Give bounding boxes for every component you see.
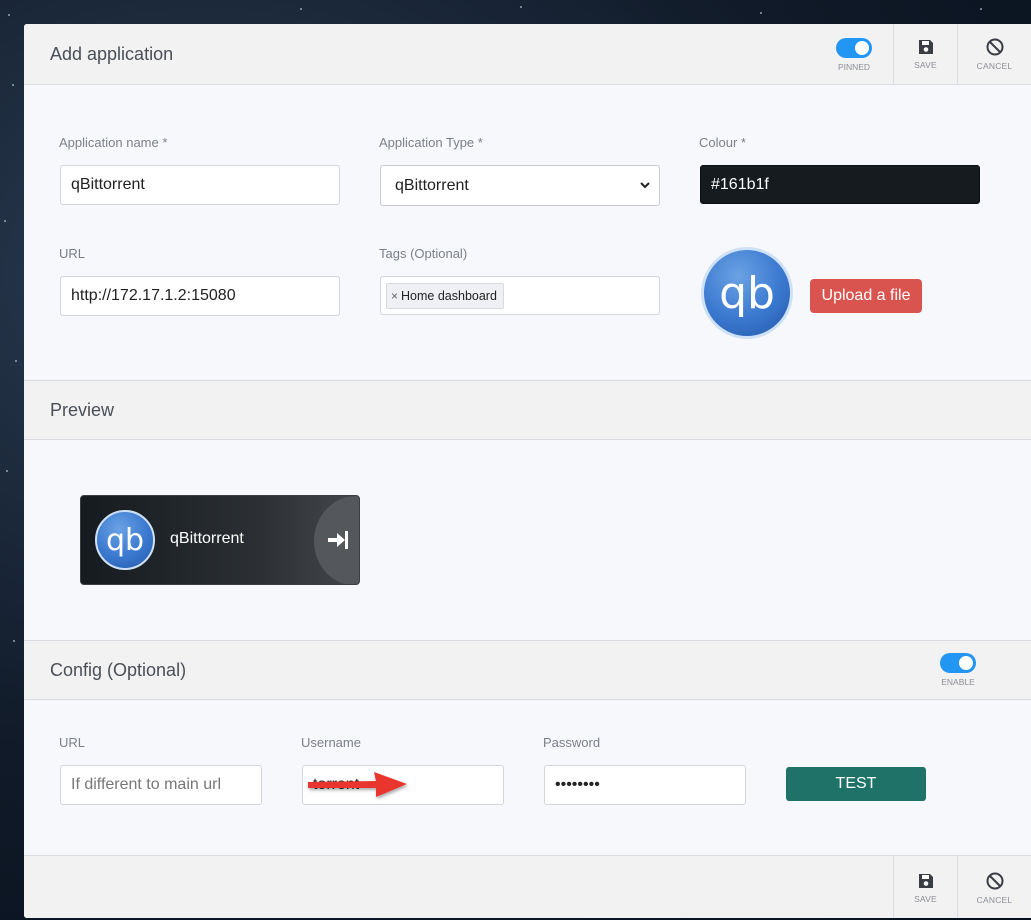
colour-label: Colour * [699,135,746,150]
cancel-label: CANCEL [976,60,1013,71]
enable-toggle-switch[interactable] [940,653,976,673]
app-icon-preview: qb [701,247,793,339]
config-url-label: URL [59,735,86,750]
modal-header: Add application PINNED SAVE CANCEL [24,24,1031,85]
preview-app-icon: qb [95,510,155,570]
footer-cancel-label: CANCEL [976,894,1013,905]
cancel-icon [986,872,1003,889]
launch-arrow-icon [328,531,348,549]
chevron-down-icon [640,182,650,189]
modal-footer: SAVE CANCEL [24,855,1031,918]
footer-save-label: SAVE [914,893,937,904]
url-label: URL [59,246,86,261]
preview-app-name: qBittorrent [170,530,244,547]
preview-app-card[interactable]: qb qBittorrent [80,495,360,585]
save-label: SAVE [914,59,937,70]
footer-save-button[interactable]: SAVE [893,856,957,918]
save-icon [918,39,933,54]
pinned-toggle[interactable]: PINNED [836,38,872,72]
username-label: Username [301,735,361,750]
preview-header: Preview [24,380,1031,440]
cancel-button[interactable]: CANCEL [957,24,1031,84]
upload-file-label: Upload a file [821,287,911,304]
preview-app-icon-text: qb [105,522,145,558]
url-input[interactable] [60,276,340,316]
colour-input[interactable]: #161b1f [700,165,980,204]
config-header: Config (Optional) ENABLE [24,640,1031,700]
tags-label: Tags (Optional) [379,246,468,261]
config-url-input[interactable] [60,765,262,805]
footer-cancel-button[interactable]: CANCEL [957,856,1031,918]
app-type-select[interactable]: qBittorrent [380,165,660,206]
app-type-value: qBittorrent [395,176,469,194]
app-name-input[interactable] [60,165,340,205]
tag-chip: × Home dashboard [386,283,504,309]
password-input[interactable] [544,765,746,805]
pinned-toggle-switch[interactable] [836,38,872,58]
test-label: TEST [835,775,877,792]
save-button[interactable]: SAVE [893,24,957,84]
tags-input[interactable]: × Home dashboard [380,276,660,315]
tag-label: Home dashboard [401,289,497,303]
preview-title: Preview [50,400,115,420]
tag-remove-icon[interactable]: × [391,289,398,303]
app-name-label: Application name * [59,135,168,150]
config-title: Config (Optional) [50,660,187,680]
cancel-icon [986,38,1003,55]
test-button[interactable]: TEST [786,767,926,801]
password-label: Password [543,735,601,750]
app-type-label: Application Type * [379,135,483,150]
annotation-arrow-icon [308,772,407,797]
add-application-modal: Add application PINNED SAVE CANCEL Appli… [24,24,1031,918]
colour-value: #161b1f [711,175,769,193]
upload-file-button[interactable]: Upload a file [810,279,922,313]
enable-label: ENABLE [941,677,975,687]
app-icon-text: qb [719,267,775,319]
enable-toggle[interactable]: ENABLE [940,653,976,687]
modal-title: Add application [50,44,174,64]
pinned-label: PINNED [837,62,871,72]
save-icon [918,873,933,888]
